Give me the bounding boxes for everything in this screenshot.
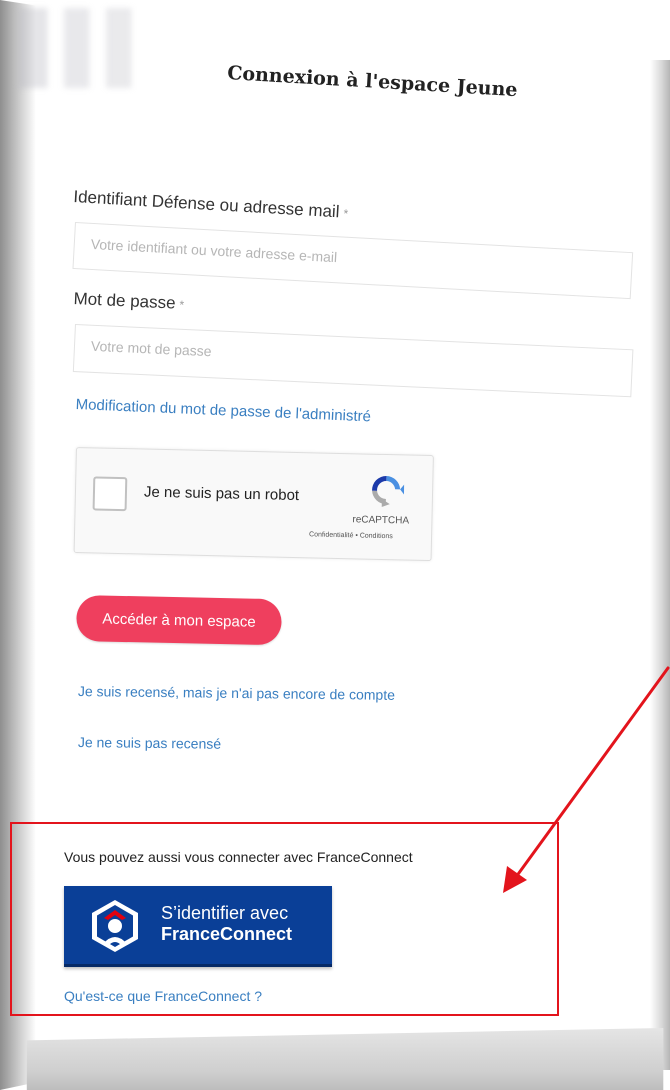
recaptcha-brand: reCAPTCHA [352, 514, 410, 527]
recaptcha-icon [372, 476, 405, 507]
franceconnect-highlight-box [10, 822, 559, 1016]
identifier-input[interactable]: Votre identifiant ou votre adresse e-mai… [72, 222, 634, 300]
password-label: Mot de passe * [73, 289, 185, 314]
password-label-text: Mot de passe [73, 289, 176, 313]
password-input[interactable]: Votre mot de passe [72, 324, 634, 398]
recaptcha-widget: Je ne suis pas un robot reCAPTCHA Confid… [73, 447, 434, 562]
identifier-label: Identifiant Défense ou adresse mail * [73, 187, 349, 223]
identifier-placeholder: Votre identifiant ou votre adresse e-mai… [90, 235, 338, 266]
not-registered-link[interactable]: Je ne suis pas recensé [78, 734, 221, 752]
identifier-required-mark: * [343, 206, 349, 221]
registered-no-account-link[interactable]: Je suis recensé, mais je n'ai pas encore… [78, 683, 395, 703]
page-title: Connexion à l'espace Jeune [226, 62, 519, 102]
recaptcha-checkbox[interactable] [92, 476, 128, 512]
recaptcha-terms[interactable]: Confidentialité • Conditions [309, 531, 393, 540]
identifier-label-text: Identifiant Défense ou adresse mail [72, 187, 341, 222]
recaptcha-label: Je ne suis pas un robot [143, 483, 300, 505]
login-page-content: Connexion à l'espace Jeune Identifiant D… [0, 0, 670, 1090]
password-required-mark: * [179, 297, 185, 313]
password-placeholder: Votre mot de passe [90, 337, 212, 360]
screenshot-stage: Connexion à l'espace Jeune Identifiant D… [0, 0, 670, 1090]
access-space-button[interactable]: Accéder à mon espace [76, 595, 282, 646]
change-password-link[interactable]: Modification du mot de passe de l'admini… [75, 396, 371, 425]
